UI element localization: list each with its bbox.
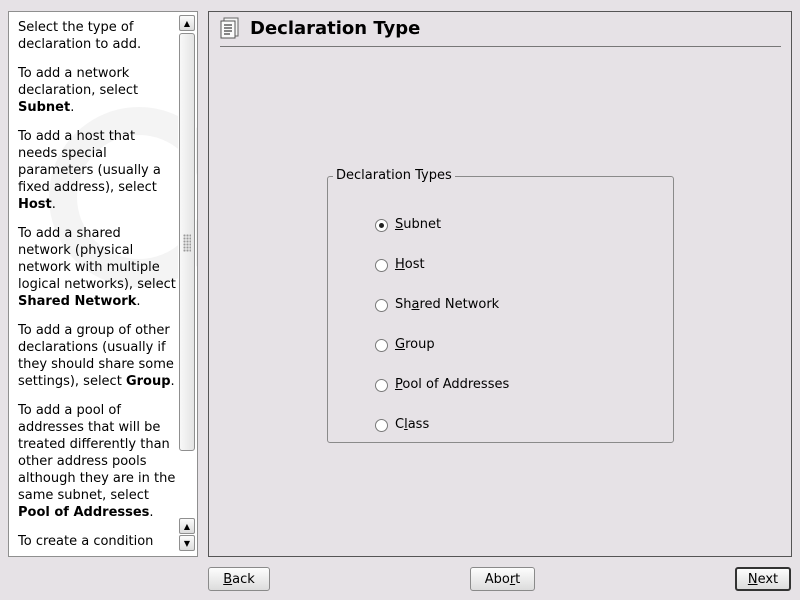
help-paragraph: To add a pool of addresses that will be … xyxy=(18,403,176,520)
abort-button[interactable]: Abo r t xyxy=(470,567,535,591)
next-button[interactable]: Next xyxy=(735,567,791,591)
help-scrollbar[interactable]: ▲ ▲ ▼ xyxy=(178,14,196,554)
declaration-types-group: Declaration Types Subnet Host Shared Net… xyxy=(327,168,674,443)
grip-icon xyxy=(183,234,191,252)
radio-unchecked-icon[interactable] xyxy=(375,378,388,392)
help-paragraph: To create a condition xyxy=(18,534,154,549)
page-title: Declaration Type xyxy=(250,17,421,39)
scroll-up-button-lower[interactable]: ▲ xyxy=(179,518,195,534)
radio-unchecked-icon[interactable] xyxy=(375,258,388,272)
help-panel: Select the type of declaration to add. T… xyxy=(8,11,198,557)
help-paragraph: Select the type of declaration to add. xyxy=(18,20,142,52)
radio-pool-of-addresses[interactable]: Pool of Addresses xyxy=(375,365,509,405)
document-list-icon xyxy=(220,17,240,39)
radio-checked-icon[interactable] xyxy=(375,218,388,232)
radio-class[interactable]: Class xyxy=(375,405,509,445)
scroll-up-button[interactable]: ▲ xyxy=(179,15,195,31)
radio-unchecked-icon[interactable] xyxy=(375,338,388,352)
help-paragraph: To add a network declaration, select Sub… xyxy=(18,66,139,115)
group-legend: Declaration Types xyxy=(333,168,455,184)
arrow-up-icon: ▲ xyxy=(183,18,191,28)
main-panel: Declaration Type Declaration Types Subne… xyxy=(208,11,792,557)
help-paragraph: To add a group of other declarations (us… xyxy=(18,323,175,389)
scroll-thumb[interactable] xyxy=(179,33,195,451)
radio-unchecked-icon[interactable] xyxy=(375,298,388,312)
arrow-up-icon: ▲ xyxy=(183,521,191,531)
help-text: Select the type of declaration to add. T… xyxy=(18,19,176,556)
scroll-down-button[interactable]: ▼ xyxy=(179,535,195,551)
help-paragraph: To add a shared network (physical networ… xyxy=(18,226,176,309)
radio-unchecked-icon[interactable] xyxy=(375,418,388,432)
arrow-down-icon: ▼ xyxy=(183,538,191,548)
help-paragraph: To add a host that needs special paramet… xyxy=(18,129,161,212)
radio-subnet[interactable]: Subnet xyxy=(375,205,509,245)
radio-shared-network[interactable]: Shared Network xyxy=(375,285,509,325)
page-header: Declaration Type xyxy=(220,16,420,40)
back-button[interactable]: Back xyxy=(208,567,270,591)
title-divider xyxy=(220,46,781,47)
radio-host[interactable]: Host xyxy=(375,245,509,285)
radio-group[interactable]: Group xyxy=(375,325,509,365)
radio-list: Subnet Host Shared Network Group Pool of… xyxy=(375,205,509,457)
